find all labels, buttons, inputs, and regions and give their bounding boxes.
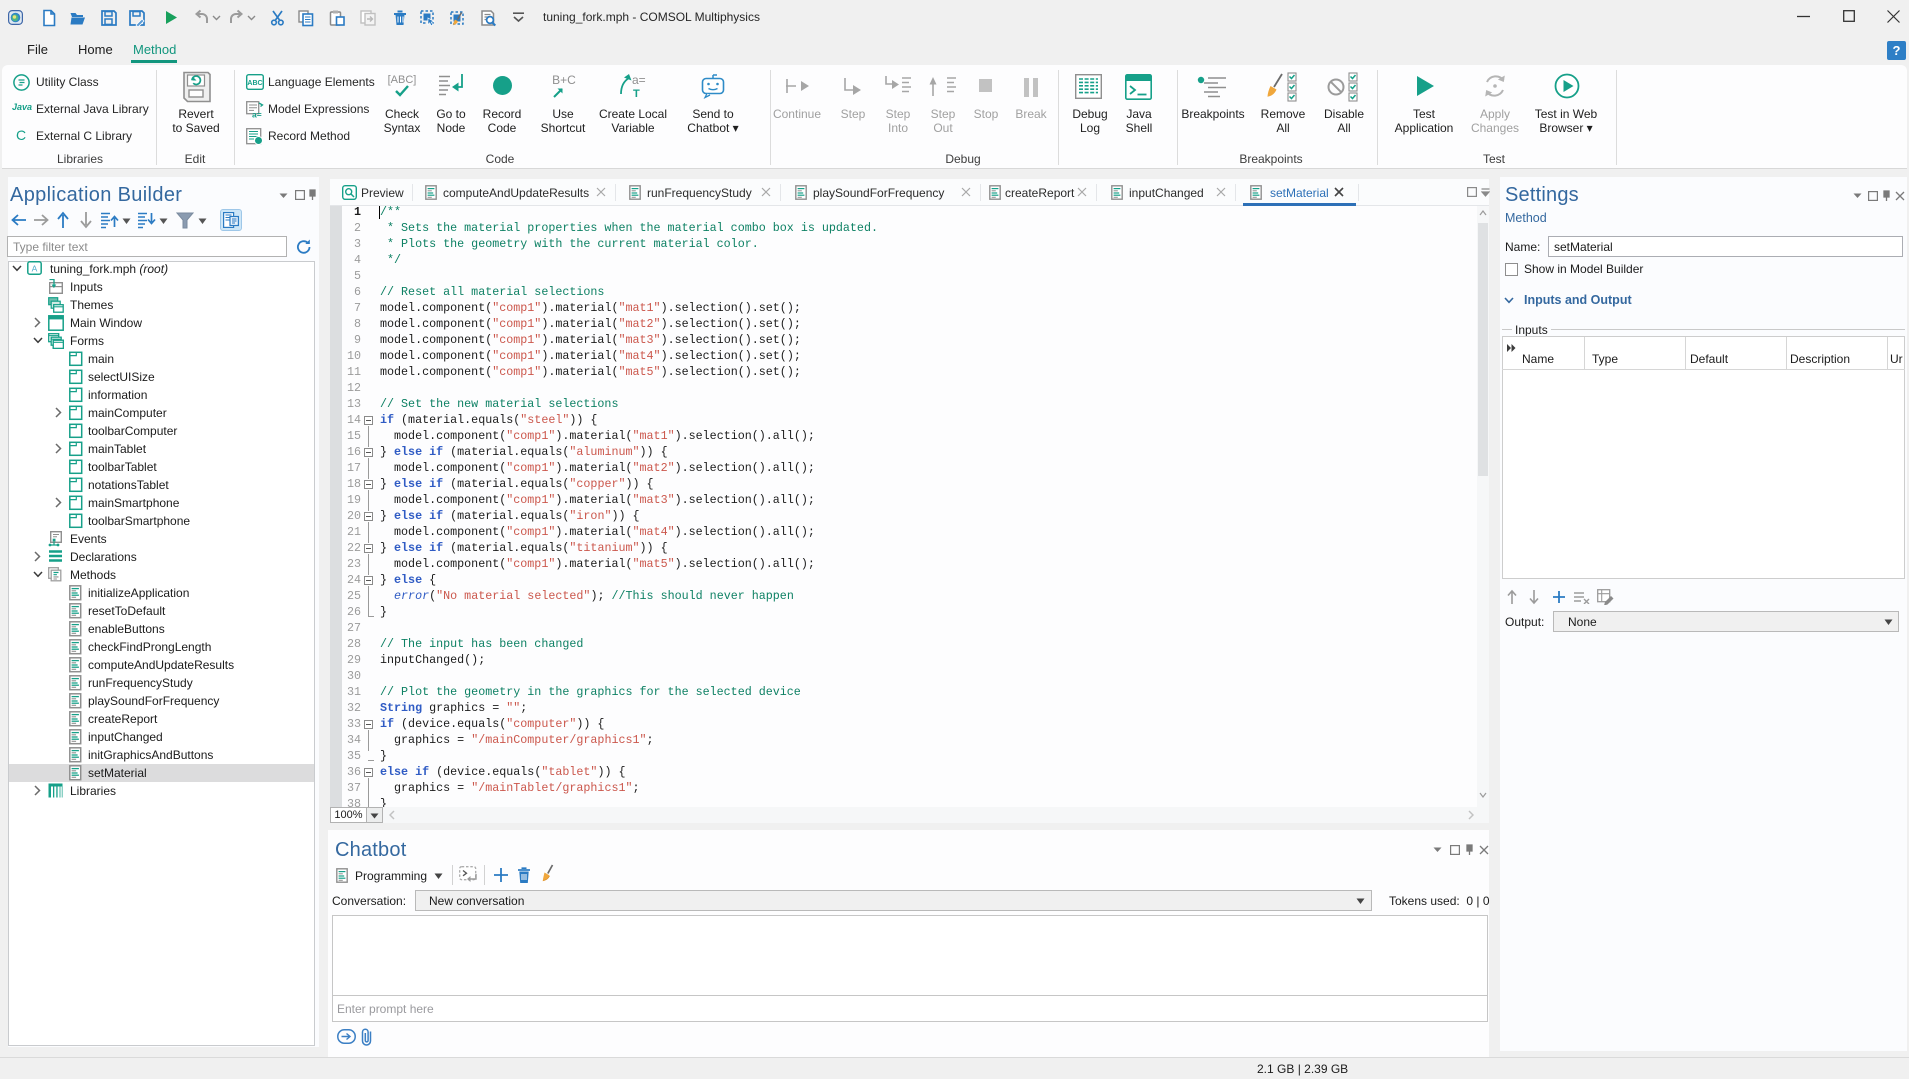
- svg-text:T: T: [633, 88, 640, 100]
- svg-text:[ABC]: [ABC]: [388, 74, 417, 86]
- svg-text:a=: a=: [252, 110, 262, 119]
- svg-text:ABC: ABC: [247, 80, 262, 87]
- svg-text:a=: a=: [632, 73, 646, 87]
- svg-text:A: A: [32, 263, 38, 273]
- svg-text:B+C: B+C: [552, 73, 576, 87]
